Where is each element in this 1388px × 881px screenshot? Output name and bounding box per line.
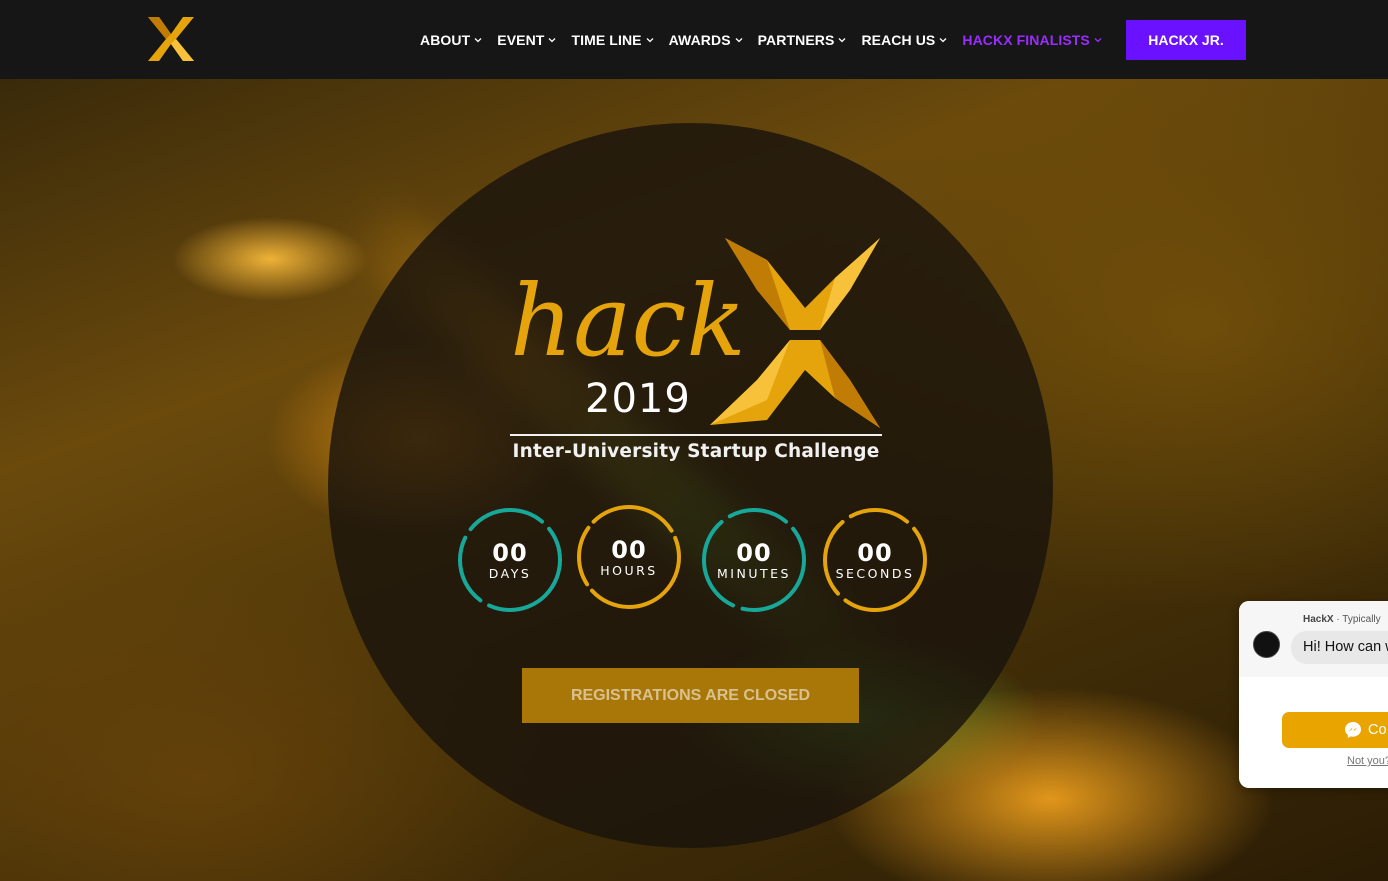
continue-as-button[interactable]: Co — [1282, 712, 1388, 748]
countdown-value: 00 — [611, 536, 647, 564]
countdown-minutes: 00 MINUTES — [701, 507, 807, 613]
hackx-jr-button[interactable]: HACKX JR. — [1126, 20, 1246, 60]
chevron-down-icon — [474, 38, 482, 43]
chat-greeting-bubble: Hi! How can w — [1291, 631, 1388, 664]
nav-reach-us[interactable]: REACH US — [861, 32, 947, 48]
nav-label: PARTNERS — [757, 32, 835, 48]
countdown-unit: DAYS — [488, 566, 532, 581]
countdown-unit: HOURS — [600, 563, 658, 578]
chevron-down-icon — [1094, 38, 1102, 43]
site-header: ABOUT EVENT TIME LINE AWARDS PARTNERS RE… — [0, 0, 1388, 79]
nav-label: TIME LINE — [571, 32, 642, 48]
messenger-icon — [1345, 722, 1361, 738]
countdown-days: 00 DAYS — [457, 507, 563, 613]
nav-label: REACH US — [861, 32, 936, 48]
nav-timeline[interactable]: TIME LINE — [571, 32, 654, 48]
chat-page-name: HackX · Typically — [1303, 614, 1381, 625]
nav-label: ABOUT — [420, 32, 471, 48]
registrations-closed-button[interactable]: REGISTRATIONS ARE CLOSED — [522, 668, 859, 723]
event-year: 2019 — [585, 376, 691, 422]
countdown-value: 00 — [492, 539, 528, 567]
chevron-down-icon — [838, 38, 846, 43]
event-tagline: Inter-University Startup Challenge — [512, 441, 880, 462]
nav-label: EVENT — [497, 32, 545, 48]
page: ABOUT EVENT TIME LINE AWARDS PARTNERS RE… — [0, 0, 1388, 881]
tagline-divider — [510, 434, 882, 436]
avatar — [1253, 631, 1280, 658]
nav-hackx-finalists[interactable]: HACKX FINALISTS — [962, 32, 1102, 48]
nav-label: HACKX FINALISTS — [962, 32, 1090, 48]
messenger-chat-widget[interactable]: HackX · Typically Hi! How can w Co Not y… — [1239, 601, 1388, 788]
countdown-hours: 00 HOURS — [576, 504, 682, 610]
chevron-down-icon — [646, 38, 654, 43]
chevron-down-icon — [735, 38, 743, 43]
nav-about[interactable]: ABOUT — [420, 32, 482, 48]
nav-partners[interactable]: PARTNERS — [758, 32, 847, 48]
nav-label: AWARDS — [668, 32, 731, 48]
continue-label: Co — [1368, 722, 1387, 738]
chevron-down-icon — [549, 38, 556, 43]
countdown-seconds: 00 SECONDS — [822, 507, 928, 613]
nav-awards[interactable]: AWARDS — [669, 32, 743, 48]
main-nav: ABOUT EVENT TIME LINE AWARDS PARTNERS RE… — [420, 32, 1117, 48]
logo-wordmark: hack — [510, 265, 746, 379]
hackx-logo-icon[interactable] — [147, 16, 195, 62]
countdown-unit: MINUTES — [717, 566, 791, 581]
chevron-down-icon — [939, 38, 947, 43]
countdown-unit: SECONDS — [835, 566, 915, 581]
countdown-value: 00 — [736, 539, 772, 567]
nav-event[interactable]: EVENT — [497, 32, 556, 48]
countdown-value: 00 — [857, 539, 893, 567]
not-you-link[interactable]: Not you? — [1347, 755, 1388, 767]
